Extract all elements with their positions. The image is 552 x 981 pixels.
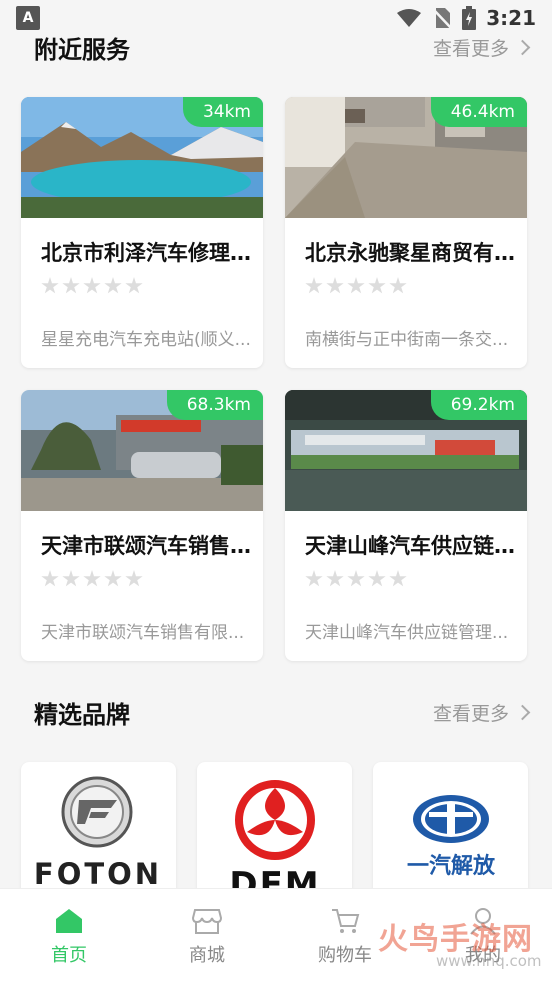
star-icon <box>347 277 365 294</box>
star-icon <box>83 570 101 587</box>
view-more-link[interactable]: 查看更多 <box>432 699 531 726</box>
chevron-right-icon <box>514 39 531 55</box>
tab-label: 首页 <box>51 945 87 966</box>
star-icon <box>62 570 80 587</box>
star-icon <box>62 277 80 294</box>
featured-brands-header: 精选品牌 查看更多 <box>0 692 552 732</box>
brand-logo-text: FOTON <box>34 857 162 891</box>
brand-card-faw[interactable]: 一汽解放 <box>373 762 528 902</box>
service-card[interactable]: 68.3km 天津市联颂汽车销售... 天津市联颂汽车销售有限... <box>21 390 263 661</box>
star-icon <box>389 277 407 294</box>
service-photo: 34km <box>21 97 263 218</box>
tab-home[interactable]: 首页 <box>0 889 138 981</box>
star-icon <box>389 570 407 587</box>
star-icon <box>41 277 59 294</box>
service-card[interactable]: 34km 北京市利泽汽车修理... 星星充电汽车充电站(顺义... <box>21 97 263 368</box>
no-sim-icon <box>432 8 453 29</box>
star-icon <box>326 277 344 294</box>
rating-stars <box>41 570 143 588</box>
star-icon <box>104 277 122 294</box>
star-icon <box>83 277 101 294</box>
service-name: 天津山峰汽车供应链... <box>305 534 515 558</box>
star-icon <box>125 277 143 294</box>
service-address: 星星充电汽车充电站(顺义... <box>41 330 251 350</box>
view-more-label: 查看更多 <box>432 702 509 725</box>
cart-icon <box>332 909 360 933</box>
tab-store[interactable]: 商城 <box>138 889 276 981</box>
star-icon <box>305 570 323 587</box>
rating-stars <box>41 277 143 295</box>
brand-card-foton[interactable]: FOTON <box>21 762 176 902</box>
watermark-url: www.hnq.com <box>436 952 542 970</box>
chevron-right-icon <box>514 704 531 720</box>
brand-card-dfm[interactable]: DFM <box>197 762 352 902</box>
tab-label: 购物车 <box>318 945 372 966</box>
distance-badge: 68.3km <box>166 390 263 420</box>
service-photo: 68.3km <box>21 390 263 511</box>
view-more-label: 查看更多 <box>432 37 509 60</box>
star-icon <box>104 570 122 587</box>
service-address: 天津市联颂汽车销售有限... <box>41 623 245 643</box>
home-icon <box>56 909 82 933</box>
service-name: 北京市利泽汽车修理... <box>41 241 251 265</box>
service-address: 天津山峰汽车供应链管理... <box>305 623 509 643</box>
star-icon <box>326 570 344 587</box>
brand-logo-text: 一汽解放 <box>407 853 496 879</box>
star-icon <box>125 570 143 587</box>
nearby-services-header: 附近服务 查看更多 <box>0 27 552 67</box>
section-title: 附近服务 <box>34 35 130 64</box>
faw-logo: 一汽解放 <box>407 795 496 879</box>
service-name: 北京永驰聚星商贸有... <box>305 241 515 265</box>
rating-stars <box>305 570 407 588</box>
foton-logo: FOTON <box>34 776 162 891</box>
view-more-link[interactable]: 查看更多 <box>432 34 531 61</box>
service-address: 南横街与正中街南一条交... <box>305 330 509 350</box>
service-card[interactable]: 46.4km 北京永驰聚星商贸有... 南横街与正中街南一条交... <box>285 97 527 368</box>
service-grid: 34km 北京市利泽汽车修理... 星星充电汽车充电站(顺义... 46.4km… <box>21 97 531 661</box>
distance-badge: 34km <box>182 97 263 127</box>
star-icon <box>41 570 59 587</box>
dfm-logo: DFM <box>229 780 319 902</box>
rating-stars <box>305 277 407 295</box>
store-icon <box>192 909 222 934</box>
service-card[interactable]: 69.2km 天津山峰汽车供应链... 天津山峰汽车供应链管理... <box>285 390 527 661</box>
distance-badge: 69.2km <box>430 390 527 420</box>
section-title: 精选品牌 <box>34 700 130 729</box>
star-icon <box>368 570 386 587</box>
service-name: 天津市联颂汽车销售... <box>41 534 251 558</box>
distance-badge: 46.4km <box>430 97 527 127</box>
brand-row: FOTON DFM 一汽解放 <box>21 762 531 902</box>
star-icon <box>347 570 365 587</box>
service-photo: 46.4km <box>285 97 527 218</box>
star-icon <box>305 277 323 294</box>
service-photo: 69.2km <box>285 390 527 511</box>
star-icon <box>368 277 386 294</box>
wifi-icon <box>397 9 422 27</box>
tab-label: 商城 <box>189 945 225 966</box>
